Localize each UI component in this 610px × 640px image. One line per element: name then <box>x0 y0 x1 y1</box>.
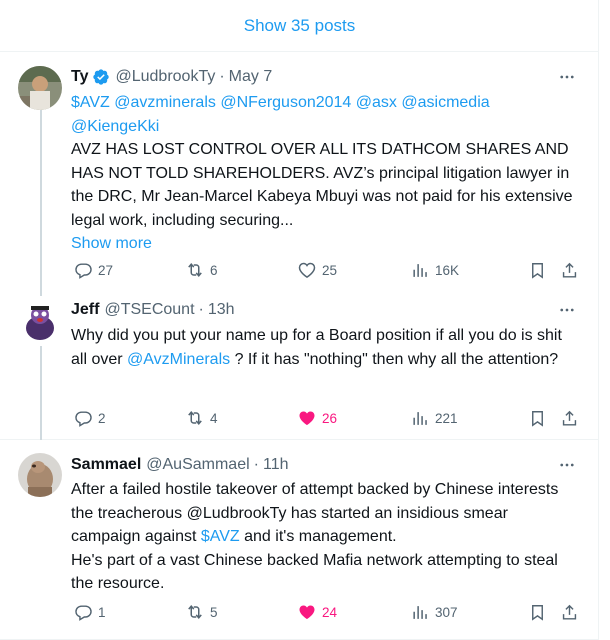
reply-icon <box>72 407 94 429</box>
mention[interactable]: @asx <box>356 94 397 111</box>
timeline: Show 35 posts Ty @LudbrookTy · May 7 $AV… <box>0 0 599 640</box>
mention[interactable]: @AvzMinerals <box>127 351 230 368</box>
author-handle[interactable]: @AuSammael <box>146 456 249 474</box>
avatar[interactable] <box>18 298 62 342</box>
reply-button[interactable]: 1 <box>72 600 106 624</box>
more-icon[interactable] <box>555 453 579 477</box>
show-posts-label: Show 35 posts <box>243 15 356 35</box>
tweet-text: After a failed hostile takeover of attem… <box>71 478 579 596</box>
views-button[interactable]: 307 <box>409 600 458 624</box>
thread-line <box>40 346 42 440</box>
cashtag-link[interactable]: $AVZ <box>201 528 240 545</box>
repost-button[interactable]: 4 <box>184 406 218 430</box>
thread-line <box>40 110 42 290</box>
reply-icon <box>72 601 94 623</box>
mention[interactable]: @avzminerals <box>114 94 216 111</box>
author-name[interactable]: Ty <box>71 68 88 86</box>
tweet-header: Ty @LudbrookTy · May 7 <box>71 65 579 89</box>
like-icon <box>296 407 318 429</box>
tweet-header: Sammael @AuSammael · 11h <box>71 453 579 477</box>
repost-icon <box>184 601 206 623</box>
bookmark-icon <box>526 259 548 281</box>
mention[interactable]: @asicmedia <box>401 94 489 111</box>
reply-button[interactable]: 2 <box>72 406 106 430</box>
tweet-body: AVZ HAS LOST CONTROL OVER ALL ITS DATHCO… <box>71 141 573 229</box>
bookmark-button[interactable] <box>526 406 548 430</box>
show-more-posts-button[interactable]: Show 35 posts <box>0 0 599 52</box>
like-button[interactable]: 26 <box>296 406 337 430</box>
bookmark-button[interactable] <box>526 258 548 282</box>
views-count: 221 <box>435 410 458 426</box>
tweet-actions: 1 5 24 307 <box>66 600 586 624</box>
tweet-actions: 27 6 25 16K <box>66 258 586 282</box>
tweet-body-line2: He's part of a vast Chinese backed Mafia… <box>71 551 558 593</box>
repost-button[interactable]: 6 <box>184 258 218 282</box>
views-icon <box>409 601 431 623</box>
separator-dot: · <box>219 68 225 85</box>
views-icon <box>409 407 431 429</box>
reply-count: 27 <box>98 262 114 278</box>
like-count: 26 <box>322 410 338 426</box>
repost-button[interactable]: 5 <box>184 600 218 624</box>
mention[interactable]: @NFerguson2014 <box>220 94 351 111</box>
share-icon <box>558 601 580 623</box>
tweet-jeff[interactable]: Jeff @TSECount · 13h Why did you put you… <box>0 290 599 440</box>
repost-count: 4 <box>210 410 218 426</box>
views-button[interactable]: 221 <box>409 406 458 430</box>
author-name[interactable]: Sammael <box>71 456 141 474</box>
separator-dot: · <box>253 456 259 473</box>
share-icon <box>558 407 580 429</box>
timestamp[interactable]: May 7 <box>229 68 273 86</box>
show-more-link[interactable]: Show more <box>71 232 579 256</box>
author-name[interactable]: Jeff <box>71 301 99 319</box>
reply-button[interactable]: 27 <box>72 258 113 282</box>
more-icon[interactable] <box>555 298 579 322</box>
reply-count: 1 <box>98 604 106 620</box>
like-button[interactable]: 24 <box>296 600 337 624</box>
repost-count: 6 <box>210 262 218 278</box>
like-icon <box>296 259 318 281</box>
like-button[interactable]: 25 <box>296 258 337 282</box>
tweet-body-continued: ? If it has "nothing" then why all the a… <box>230 350 559 368</box>
mention[interactable]: $AVZ <box>71 94 110 111</box>
bookmark-button[interactable] <box>526 600 548 624</box>
bookmark-icon <box>526 601 548 623</box>
avatar[interactable] <box>18 453 62 497</box>
timestamp[interactable]: 11h <box>263 456 289 474</box>
views-button[interactable]: 16K <box>409 258 459 282</box>
thread-line <box>40 290 42 296</box>
tweet-sammael[interactable]: Sammael @AuSammael · 11h After a failed … <box>0 440 599 640</box>
bookmark-icon <box>526 407 548 429</box>
reply-icon <box>72 259 94 281</box>
share-button[interactable] <box>558 600 580 624</box>
share-button[interactable] <box>558 258 580 282</box>
tweet-text: Why did you put your name up for a Board… <box>71 324 579 371</box>
like-count: 25 <box>322 262 338 278</box>
repost-icon <box>184 407 206 429</box>
share-icon <box>558 259 580 281</box>
views-count: 307 <box>435 604 458 620</box>
like-count: 24 <box>322 604 338 620</box>
verified-badge-icon <box>92 68 110 86</box>
like-icon <box>296 601 318 623</box>
mention[interactable]: @KiengeKki <box>71 118 159 135</box>
more-icon[interactable] <box>555 65 579 89</box>
repost-count: 5 <box>210 604 218 620</box>
reply-count: 2 <box>98 410 106 426</box>
separator-dot: · <box>198 301 204 318</box>
share-button[interactable] <box>558 406 580 430</box>
views-icon <box>409 259 431 281</box>
tweet-body-continued: and it's management. <box>239 528 397 545</box>
author-handle[interactable]: @LudbrookTy <box>115 68 215 86</box>
repost-icon <box>184 259 206 281</box>
tweet-ty[interactable]: Ty @LudbrookTy · May 7 $AVZ @avzminerals… <box>0 52 599 290</box>
tweet-actions: 2 4 26 221 <box>66 406 586 430</box>
author-handle[interactable]: @TSECount <box>104 301 194 319</box>
views-count: 16K <box>435 262 460 278</box>
avatar[interactable] <box>18 66 62 110</box>
tweet-header: Jeff @TSECount · 13h <box>71 298 579 322</box>
timestamp[interactable]: 13h <box>208 301 235 319</box>
tweet-text: $AVZ @avzminerals @NFerguson2014 @asx @a… <box>71 91 579 256</box>
